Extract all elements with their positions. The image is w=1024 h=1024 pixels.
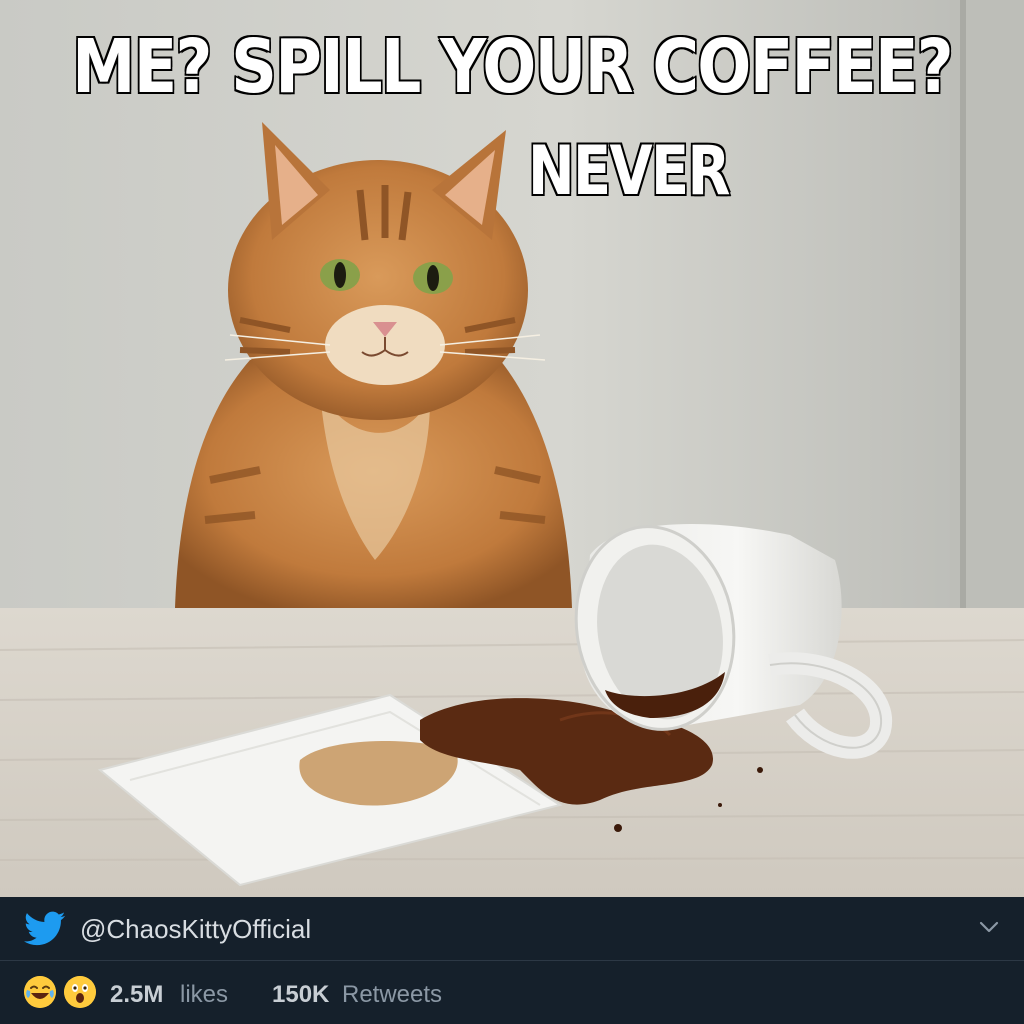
cat-coffee-illustration <box>0 0 1024 897</box>
tweet-footer: @ChaosKittyOfficial 2.5M likes 150K Retw… <box>0 897 1024 1024</box>
meme-tweet-card: ME? SPILL YOUR COFFEE? NEVER @ChaosKitty… <box>0 0 1024 1024</box>
meme-top-caption: ME? SPILL YOUR COFFEE? <box>71 24 955 110</box>
meme-photo <box>0 0 1024 897</box>
likes-label[interactable]: likes <box>180 981 228 1009</box>
twitter-bird-icon <box>24 911 66 946</box>
astonished-emoji-icon <box>64 976 96 1008</box>
meme-bottom-caption: NEVER <box>527 132 732 211</box>
likes-count: 2.5M <box>110 981 164 1008</box>
laughing-emoji-icon <box>24 976 56 1008</box>
chevron-down-icon[interactable] <box>978 919 1000 935</box>
retweets-count: 150K <box>272 981 330 1008</box>
retweets-label[interactable]: Retweets <box>342 981 442 1009</box>
tweet-author-row: @ChaosKittyOfficial <box>0 897 1024 961</box>
tweet-stats-row: 2.5M likes 150K Retweets <box>0 961 1024 1024</box>
tweet-handle[interactable]: @ChaosKittyOfficial <box>80 914 311 945</box>
